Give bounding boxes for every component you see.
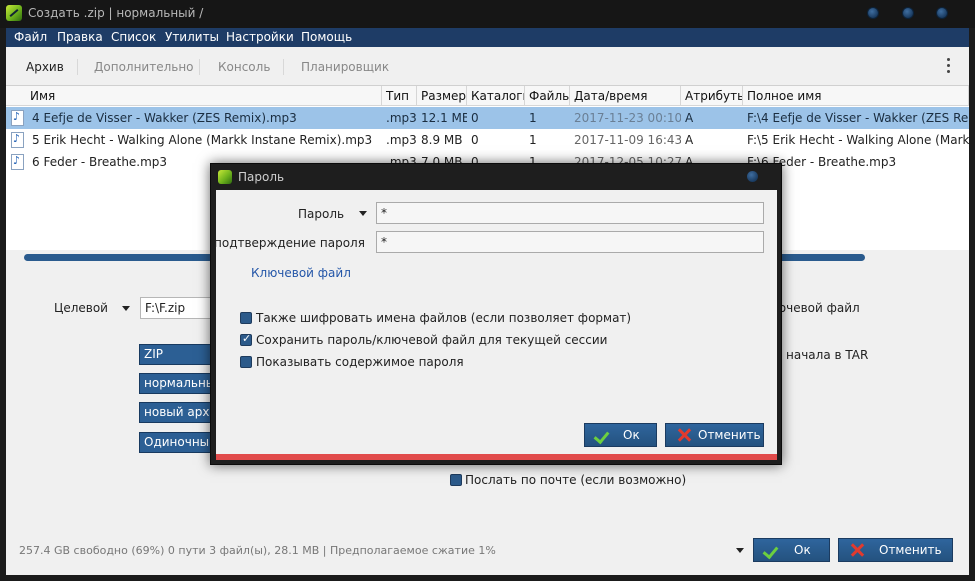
cancel-button-label: Отменить: [879, 543, 942, 557]
status-text: 257.4 GB свободно (69%) 0 пути 3 файл(ы)…: [19, 544, 496, 557]
close-icon: [849, 542, 865, 558]
cell-name: 4 Eefje de Visser - Wakker (ZES Remix).m…: [32, 111, 297, 125]
check-icon: [595, 428, 611, 442]
tab-archive[interactable]: Архив: [26, 60, 64, 74]
dialog-close-button[interactable]: [747, 171, 758, 182]
cell-files: 1: [529, 111, 537, 125]
column-header-size[interactable]: Размер: [417, 86, 467, 106]
dialog-title-bar: Пароль: [211, 164, 781, 190]
cell-fullname: F:\5 Erik Hecht - Walking Alone (Markk I…: [747, 133, 969, 147]
save-password-label: Сохранить пароль/ключевой файл для текущ…: [256, 333, 608, 347]
close-button[interactable]: [936, 7, 948, 19]
column-header-type[interactable]: Тип: [382, 86, 417, 106]
menu-file[interactable]: Файл: [14, 30, 47, 44]
tar-first-option-label[interactable]: начала в TAR: [786, 348, 868, 362]
column-header-attributes[interactable]: Атрибуты: [681, 86, 743, 106]
tab-separator: [283, 59, 284, 75]
keyfile-link[interactable]: Ключевой файл: [251, 266, 351, 280]
menu-settings[interactable]: Настройки: [226, 30, 294, 44]
ok-button-label: Ок: [794, 543, 811, 557]
cell-folders: 0: [471, 133, 479, 147]
dialog-title: Пароль: [238, 170, 285, 184]
more-options-icon[interactable]: [947, 58, 951, 74]
column-header-datetime[interactable]: Дата/время: [570, 86, 681, 106]
cell-type: .mp3: [386, 133, 417, 147]
check-icon: [764, 543, 780, 557]
app-logo-icon: [218, 170, 232, 184]
cell-attributes: A: [685, 111, 694, 125]
cell-attributes: A: [685, 133, 694, 147]
password-dialog: Пароль Пароль * подтверждение пароля * К…: [210, 163, 782, 465]
show-password-label: Показывать содержимое пароля: [256, 355, 464, 369]
column-header-folders[interactable]: Каталоги: [467, 86, 525, 106]
encrypt-filenames-label: Также шифровать имена файлов (если позво…: [256, 311, 632, 325]
save-password-checkbox[interactable]: [240, 332, 252, 346]
cell-files: 1: [529, 133, 537, 147]
volume-select[interactable]: Одиночный: [139, 432, 219, 453]
menu-edit[interactable]: Правка: [57, 30, 103, 44]
cell-size: 8.9 MB: [421, 133, 463, 147]
chevron-down-icon[interactable]: [122, 306, 130, 311]
dialog-cancel-label: Отменить: [698, 428, 761, 442]
archive-mode-select[interactable]: новый архив: [139, 402, 219, 423]
cell-type: .mp3: [386, 111, 417, 125]
tab-scheduler[interactable]: Планировщик: [301, 60, 389, 74]
tab-advanced[interactable]: Дополнительно: [94, 60, 194, 74]
audio-file-icon: [11, 132, 24, 148]
window-title: Создать .zip | нормальный /: [28, 6, 204, 20]
chevron-down-icon[interactable]: [736, 548, 744, 553]
maximize-button[interactable]: [902, 7, 914, 19]
table-row[interactable]: 4 Eefje de Visser - Wakker (ZES Remix).m…: [6, 107, 969, 129]
ok-button[interactable]: Ок: [753, 538, 830, 562]
confirm-password-field[interactable]: *: [376, 231, 764, 253]
cell-size: 12.1 MB: [421, 111, 467, 125]
menu-help[interactable]: Помощь: [301, 30, 352, 44]
encrypt-filenames-checkbox[interactable]: [240, 312, 252, 324]
send-mail-label: Послать по почте (если возможно): [465, 473, 687, 487]
minimize-button[interactable]: [867, 7, 879, 19]
audio-file-icon: [11, 110, 24, 126]
column-header-name[interactable]: Имя: [6, 86, 382, 106]
audio-file-icon: [11, 154, 24, 170]
title-bar: Создать .zip | нормальный /: [0, 0, 975, 28]
compression-level-select[interactable]: нормальный: [139, 373, 219, 394]
confirm-password-label: подтверждение пароля: [214, 236, 365, 250]
password-label: Пароль: [298, 207, 345, 221]
cell-datetime: 2017-11-09 16:43:12: [574, 133, 681, 147]
cell-folders: 0: [471, 111, 479, 125]
menu-bar: Файл Правка Список Утилиты Настройки Пом…: [6, 28, 969, 47]
cell-datetime: 2017-11-23 00:10:18: [574, 111, 681, 125]
format-select[interactable]: ZIP: [139, 344, 219, 365]
password-field[interactable]: *: [376, 202, 764, 224]
chevron-down-icon[interactable]: [359, 211, 367, 216]
column-header-fullname[interactable]: Полное имя: [743, 86, 969, 106]
cell-fullname: F:\4 Eefje de Visser - Wakker (ZES Remix…: [747, 111, 969, 125]
tab-bar: Архив Дополнительно Консоль Планировщик: [6, 47, 969, 85]
cancel-button[interactable]: Отменить: [838, 538, 953, 562]
menu-list[interactable]: Список: [111, 30, 156, 44]
target-path-input[interactable]: F:\F.zip: [140, 297, 220, 319]
send-mail-checkbox[interactable]: [450, 474, 462, 486]
table-row[interactable]: 5 Erik Hecht - Walking Alone (Markk Inst…: [6, 129, 969, 151]
target-label: Целевой: [54, 301, 108, 315]
column-header-files[interactable]: Файлы: [525, 86, 570, 106]
close-icon: [676, 427, 692, 443]
keyfile-option-label[interactable]: ючевой файл: [776, 301, 860, 315]
dialog-accent-bar: [216, 454, 777, 460]
app-logo-icon: [6, 5, 22, 21]
dialog-ok-button[interactable]: Ок: [584, 423, 657, 447]
dialog-ok-label: Ок: [623, 428, 640, 442]
menu-tools[interactable]: Утилиты: [165, 30, 219, 44]
dialog-body: Пароль * подтверждение пароля * Ключевой…: [214, 190, 777, 454]
tab-console[interactable]: Консоль: [218, 60, 270, 74]
tab-separator: [77, 59, 78, 75]
tab-separator: [199, 59, 200, 75]
dialog-cancel-button[interactable]: Отменить: [665, 423, 764, 447]
show-password-checkbox[interactable]: [240, 356, 252, 368]
cell-name: 5 Erik Hecht - Walking Alone (Markk Inst…: [32, 133, 373, 147]
